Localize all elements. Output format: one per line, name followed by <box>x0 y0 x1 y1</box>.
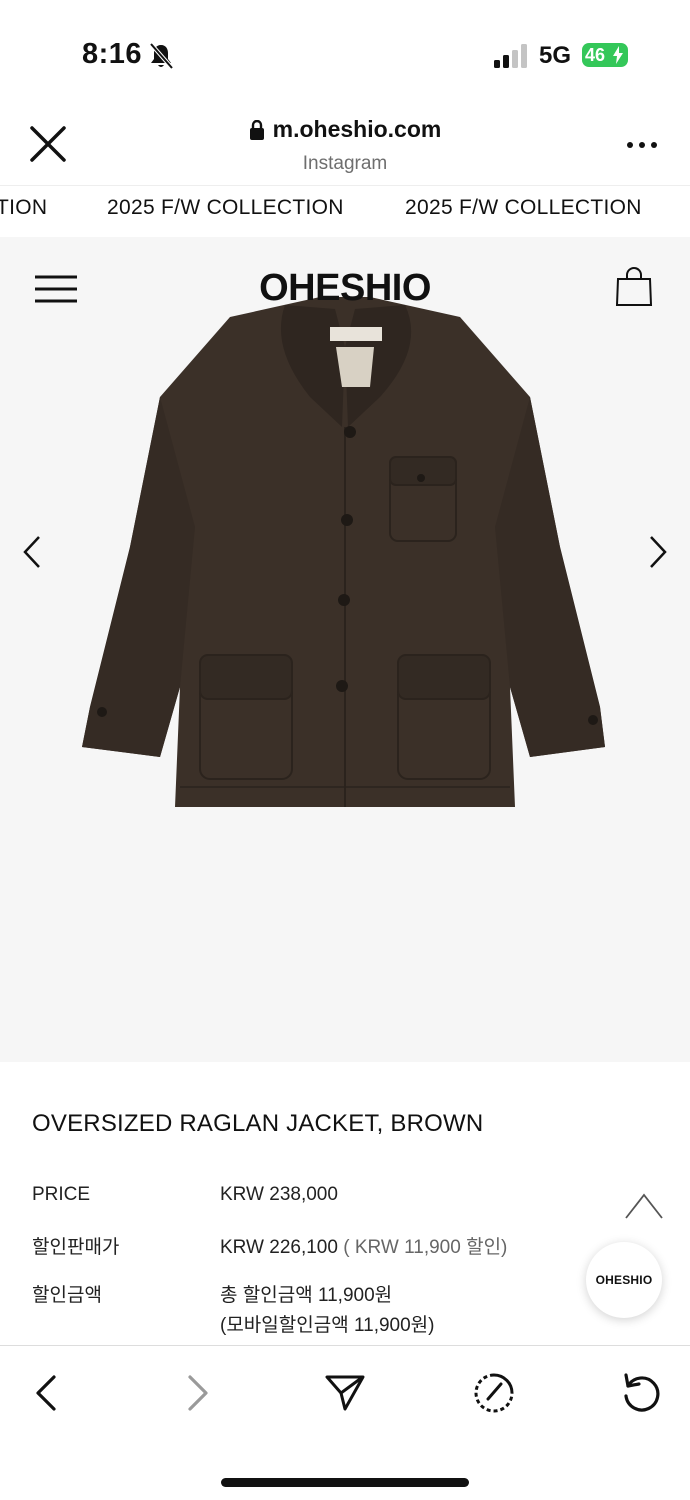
chevron-right-icon[interactable] <box>648 535 668 569</box>
product-title: OVERSIZED RAGLAN JACKET, BROWN <box>32 1110 484 1137</box>
home-indicator[interactable] <box>221 1478 469 1487</box>
back-icon[interactable] <box>26 1372 68 1414</box>
forward-icon[interactable] <box>176 1372 218 1414</box>
status-time: 8:16 <box>82 38 143 70</box>
lock-icon <box>249 119 264 140</box>
share-icon[interactable] <box>324 1372 366 1414</box>
brand-chat-button[interactable]: OHESHIO <box>586 1242 662 1318</box>
discount-label: 할인금액 <box>32 1285 102 1306</box>
product-image[interactable] <box>80 287 610 817</box>
browser-toolbar <box>0 1345 690 1500</box>
product-gallery[interactable]: OHESHIO <box>0 237 690 1062</box>
sale-price-label: 할인판매가 <box>32 1237 120 1258</box>
battery-level: 46 <box>585 44 606 65</box>
sale-price-row: KRW 226,100 ( KRW 11,900 할인) <box>220 1232 507 1259</box>
brand-logo[interactable]: OHESHIO <box>0 267 690 310</box>
marquee-item[interactable]: 2025 F/W COLLECTION <box>405 196 642 220</box>
marquee-item[interactable]: TION <box>0 196 47 220</box>
browser-header: m.oheshio.com Instagram <box>0 100 690 185</box>
address-bar[interactable]: m.oheshio.com Instagram <box>0 116 690 175</box>
chevron-left-icon[interactable] <box>22 535 42 569</box>
signal-icon <box>494 44 527 68</box>
status-bar: 8:16 5G 46 <box>0 0 690 100</box>
price-label: PRICE <box>32 1184 91 1205</box>
chevron-up-icon[interactable] <box>624 1192 664 1220</box>
bell-slash-icon <box>149 42 174 70</box>
battery-charging-icon: 46 <box>582 43 628 67</box>
referrer-label: Instagram <box>302 152 388 174</box>
more-icon[interactable] <box>626 140 658 150</box>
discount-mobile: (모바일할인금액 11,900원) <box>220 1315 435 1336</box>
marquee-item[interactable]: 2025 F/W COLLECTION <box>107 196 344 220</box>
sale-price-value: KRW 226,100 <box>220 1237 338 1258</box>
product-info: OVERSIZED RAGLAN JACKET, BROWN PRICE KRW… <box>0 1062 690 1347</box>
collection-marquee[interactable]: TION 2025 F/W COLLECTION 2025 F/W COLLEC… <box>0 185 690 237</box>
bolt-icon <box>613 46 623 64</box>
discount-total: 총 할인금액 11,900원 <box>220 1285 393 1306</box>
network-type: 5G <box>539 42 572 69</box>
price-value: KRW 238,000 <box>220 1184 338 1205</box>
page-url: m.oheshio.com <box>272 116 442 142</box>
sale-discount-note: ( KRW 11,900 할인) <box>343 1237 508 1258</box>
shopping-bag-icon[interactable] <box>615 267 653 307</box>
compass-icon[interactable] <box>473 1372 515 1414</box>
reload-icon[interactable] <box>620 1372 662 1414</box>
